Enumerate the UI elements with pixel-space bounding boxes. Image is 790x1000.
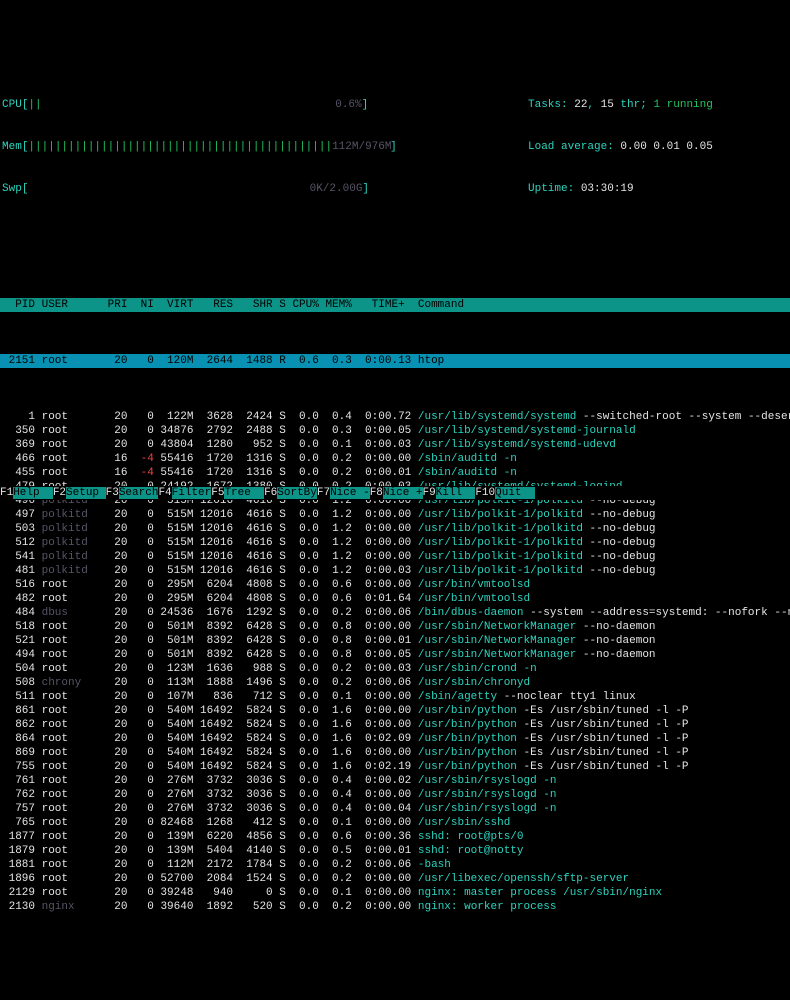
process-row[interactable]: 516 root 20 0 295M 6204 4808 S 0.0 0.6 0… xyxy=(2,578,788,592)
tasks-summary: Tasks: 22, 15 thr; 1 running xyxy=(528,98,788,112)
process-row[interactable]: 508 chrony 20 0 113M 1888 1496 S 0.0 0.2… xyxy=(2,676,788,690)
selected-process-row[interactable]: 2151 root 20 0 120M 2644 1488 R 0.6 0.3 … xyxy=(0,354,790,368)
process-row[interactable]: 2129 root 20 0 39248 940 0 S 0.0 0.1 0:0… xyxy=(2,886,788,900)
process-row[interactable]: 765 root 20 0 82468 1268 412 S 0.0 0.1 0… xyxy=(2,816,788,830)
process-row[interactable]: 466 root 16 -4 55416 1720 1316 S 0.0 0.2… xyxy=(2,452,788,466)
process-row[interactable]: 504 root 20 0 123M 1636 988 S 0.0 0.2 0:… xyxy=(2,662,788,676)
process-row[interactable]: 518 root 20 0 501M 8392 6428 S 0.0 0.8 0… xyxy=(2,620,788,634)
process-row[interactable]: 484 dbus 20 0 24536 1676 1292 S 0.0 0.2 … xyxy=(2,606,788,620)
uptime: Uptime: 03:30:19 xyxy=(528,182,788,196)
process-row[interactable]: 1 root 20 0 122M 3628 2424 S 0.0 0.4 0:0… xyxy=(2,410,788,424)
process-row[interactable]: 864 root 20 0 540M 16492 5824 S 0.0 1.6 … xyxy=(2,732,788,746)
cpu-meter: CPU[||0.6%] xyxy=(2,98,528,112)
process-row[interactable]: 497 polkitd 20 0 515M 12016 4616 S 0.0 1… xyxy=(2,508,788,522)
swp-meter: Swp[0K/2.00G] xyxy=(2,182,528,196)
process-row[interactable]: 861 root 20 0 540M 16492 5824 S 0.0 1.6 … xyxy=(2,704,788,718)
process-row[interactable]: 494 root 20 0 501M 8392 6428 S 0.0 0.8 0… xyxy=(2,648,788,662)
process-row[interactable]: 482 root 20 0 295M 6204 4808 S 0.0 0.6 0… xyxy=(2,592,788,606)
load-average: Load average: 0.00 0.01 0.05 xyxy=(528,140,788,154)
header: CPU[||0.6%] Mem[||||||||||||||||||||||||… xyxy=(0,70,790,224)
process-row[interactable]: 455 root 16 -4 55416 1720 1316 S 0.0 0.2… xyxy=(2,466,788,480)
process-row[interactable]: 1896 root 20 0 52700 2084 1524 S 0.0 0.2… xyxy=(2,872,788,886)
process-row[interactable]: 369 root 20 0 43804 1280 952 S 0.0 0.1 0… xyxy=(2,438,788,452)
process-row[interactable]: 2130 nginx 20 0 39640 1892 520 S 0.0 0.2… xyxy=(2,900,788,914)
process-row[interactable]: 521 root 20 0 501M 8392 6428 S 0.0 0.8 0… xyxy=(2,634,788,648)
process-row[interactable]: 1877 root 20 0 139M 6220 4856 S 0.0 0.6 … xyxy=(2,830,788,844)
process-row[interactable]: 862 root 20 0 540M 16492 5824 S 0.0 1.6 … xyxy=(2,718,788,732)
process-row[interactable]: 481 polkitd 20 0 515M 12016 4616 S 0.0 1… xyxy=(2,564,788,578)
process-row[interactable]: 761 root 20 0 276M 3732 3036 S 0.0 0.4 0… xyxy=(2,774,788,788)
process-row[interactable]: 541 polkitd 20 0 515M 12016 4616 S 0.0 1… xyxy=(2,550,788,564)
process-row[interactable]: 869 root 20 0 540M 16492 5824 S 0.0 1.6 … xyxy=(2,746,788,760)
process-row[interactable]: 1881 root 20 0 112M 2172 1784 S 0.0 0.2 … xyxy=(2,858,788,872)
process-row[interactable]: 503 polkitd 20 0 515M 12016 4616 S 0.0 1… xyxy=(2,522,788,536)
process-row[interactable]: 512 polkitd 20 0 515M 12016 4616 S 0.0 1… xyxy=(2,536,788,550)
column-header[interactable]: PID USER PRI NI VIRT RES SHR S CPU% MEM%… xyxy=(0,298,790,312)
process-row[interactable]: 511 root 20 0 107M 836 712 S 0.0 0.1 0:0… xyxy=(2,690,788,704)
process-row[interactable]: 1879 root 20 0 139M 5404 4140 S 0.0 0.5 … xyxy=(2,844,788,858)
function-bar[interactable]: F1Help F2Setup F3SearchF4FilterF5Tree F6… xyxy=(0,486,790,500)
process-row[interactable]: 757 root 20 0 276M 3732 3036 S 0.0 0.4 0… xyxy=(2,802,788,816)
mem-meter: Mem[||||||||||||||||||||||||||||||||||||… xyxy=(2,140,528,154)
process-row[interactable]: 755 root 20 0 540M 16492 5824 S 0.0 1.6 … xyxy=(2,760,788,774)
process-row[interactable]: 350 root 20 0 34876 2792 2488 S 0.0 0.3 … xyxy=(2,424,788,438)
process-row[interactable]: 762 root 20 0 276M 3732 3036 S 0.0 0.4 0… xyxy=(2,788,788,802)
